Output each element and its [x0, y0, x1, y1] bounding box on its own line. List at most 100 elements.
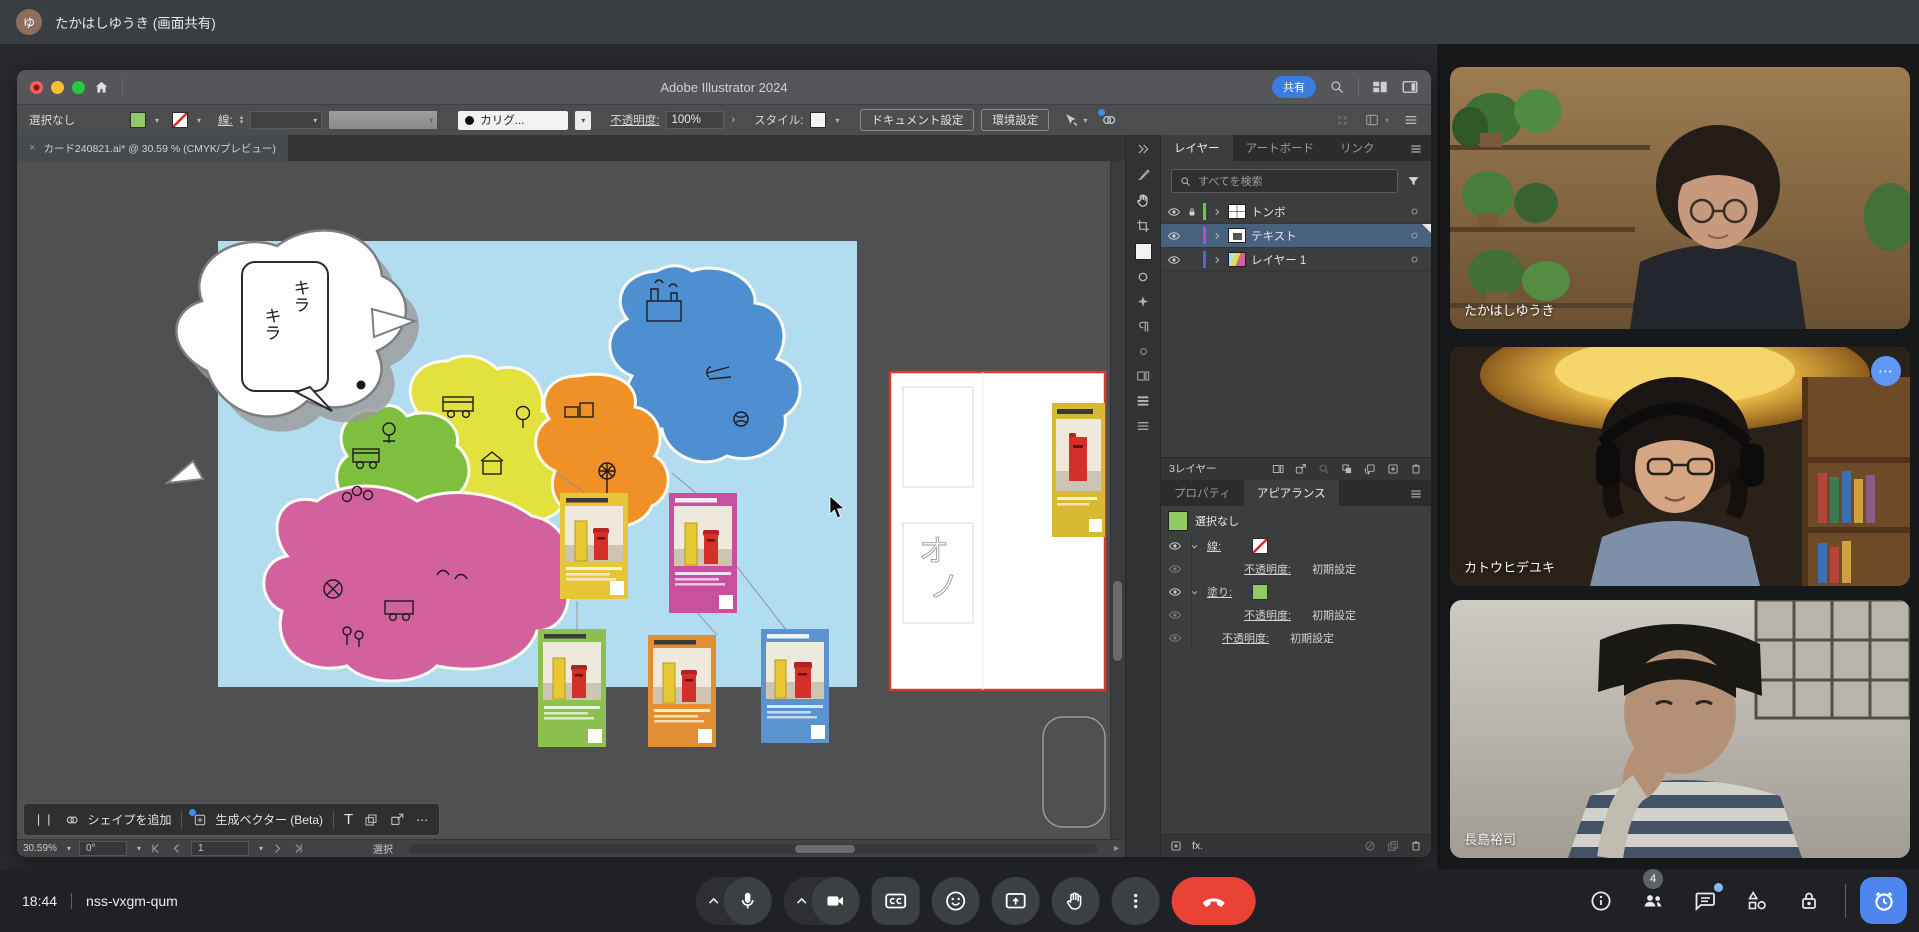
- illustrator-title-bar[interactable]: Adobe Illustrator 2024 共有: [17, 70, 1431, 104]
- scroll-right-icon[interactable]: ▸: [1114, 843, 1119, 854]
- recolor-artwork-button[interactable]: [1100, 111, 1118, 129]
- timer-extension-button[interactable]: [1860, 877, 1907, 924]
- expand-chevron-icon[interactable]: [1211, 206, 1223, 218]
- camera-options-chevron-icon[interactable]: [791, 891, 811, 911]
- taskbar-more-button[interactable]: ⋯: [416, 813, 429, 827]
- panel-menu-icon[interactable]: [1409, 487, 1423, 501]
- paragraph-panel-icon[interactable]: [1135, 319, 1151, 335]
- target-icon[interactable]: [1408, 205, 1421, 218]
- visibility-eye-icon[interactable]: [1168, 608, 1182, 622]
- artboard-number[interactable]: 1: [191, 841, 249, 856]
- expand-chevron-icon[interactable]: [1211, 254, 1223, 266]
- camera-button[interactable]: [811, 877, 859, 925]
- vertical-scrollbar[interactable]: [1110, 161, 1125, 839]
- workspace-panel-icon[interactable]: [1401, 78, 1419, 96]
- host-controls-button[interactable]: [1787, 879, 1831, 923]
- opacity-panel-icon[interactable]: [1136, 344, 1151, 359]
- clear-appearance-icon[interactable]: [1363, 839, 1377, 853]
- dock-options-button[interactable]: ▾: [1364, 112, 1389, 128]
- tile-more-button[interactable]: ⋯: [1871, 356, 1901, 386]
- more-options-button[interactable]: [1111, 877, 1159, 925]
- lock-icon[interactable]: [1186, 206, 1198, 218]
- raise-hand-button[interactable]: [1051, 877, 1099, 925]
- document-tab[interactable]: × カード240821.ai* @ 30.59 % (CMYK/プレビュー): [17, 135, 288, 161]
- layers-search-input[interactable]: すべてを検索: [1171, 169, 1398, 193]
- meeting-details-button[interactable]: [1579, 879, 1623, 923]
- prev-page-icon[interactable]: [170, 842, 183, 855]
- tab-properties[interactable]: プロパティ: [1161, 480, 1244, 506]
- mic-options-chevron-icon[interactable]: [703, 891, 723, 911]
- crop-tool-icon[interactable]: [1135, 218, 1151, 234]
- canvas[interactable]: キラ キラ: [17, 161, 1125, 839]
- home-icon[interactable]: [93, 79, 110, 96]
- card-artboard[interactable]: [890, 372, 1105, 690]
- opacity-expand-icon[interactable]: ›: [731, 114, 735, 126]
- minimize-window-icon[interactable]: [51, 81, 64, 94]
- fill-indicator-swatch[interactable]: [1135, 243, 1152, 260]
- expand-chevron-icon[interactable]: [1211, 230, 1223, 242]
- stroke-weight-dropdown[interactable]: ▾: [250, 111, 322, 129]
- panel-menu-icon[interactable]: [1409, 142, 1423, 156]
- adobe-share-button[interactable]: 共有: [1272, 76, 1316, 98]
- video-tile-kato[interactable]: ⋯ カトウヒデユキ: [1450, 347, 1910, 586]
- stroke-indicator-icon[interactable]: [1135, 269, 1151, 285]
- zoom-window-icon[interactable]: [72, 81, 85, 94]
- delete-layer-icon[interactable]: [1409, 462, 1423, 476]
- tab-appearance[interactable]: アピアランス: [1244, 480, 1339, 506]
- video-tile-takahashi[interactable]: たかはしゆうき: [1450, 67, 1910, 329]
- stroke-link[interactable]: 線:: [1207, 538, 1221, 554]
- control-bar-menu-icon[interactable]: [1403, 112, 1419, 128]
- preferences-button[interactable]: 環境設定: [981, 109, 1049, 131]
- video-tile-nagashima[interactable]: 長島裕司: [1450, 600, 1910, 858]
- tab-layers[interactable]: レイヤー: [1161, 135, 1233, 161]
- layer-row-text[interactable]: テキスト: [1161, 224, 1431, 248]
- captions-button[interactable]: [871, 877, 919, 925]
- close-window-icon[interactable]: [30, 81, 43, 94]
- document-setup-button[interactable]: ドキュメント設定: [860, 109, 974, 131]
- stroke-stepper[interactable]: ▴▾: [240, 115, 244, 125]
- search-icon[interactable]: [1328, 78, 1346, 96]
- visibility-eye-icon[interactable]: [1168, 631, 1182, 645]
- rotation-value[interactable]: 0°: [79, 841, 127, 856]
- generative-vector-button[interactable]: 生成ベクター (Beta): [192, 811, 323, 828]
- filter-icon[interactable]: [1406, 174, 1421, 189]
- present-button[interactable]: [991, 877, 1039, 925]
- artboards-panel-icon[interactable]: [1135, 368, 1151, 384]
- visibility-eye-icon[interactable]: [1167, 253, 1181, 267]
- opacity-value[interactable]: 100%: [666, 111, 724, 129]
- visibility-eye-icon[interactable]: [1167, 205, 1181, 219]
- duplicate-item-icon[interactable]: [1386, 839, 1400, 853]
- fx-button[interactable]: fx.: [1192, 840, 1203, 852]
- style-swatch[interactable]: [810, 112, 826, 128]
- stroke-swatch[interactable]: [172, 112, 188, 128]
- hand-tool-icon[interactable]: [1135, 192, 1152, 209]
- image-icon[interactable]: [389, 811, 406, 828]
- export-icon[interactable]: [1294, 462, 1308, 476]
- visibility-eye-icon[interactable]: [1168, 562, 1182, 576]
- mic-button[interactable]: [723, 877, 771, 925]
- new-sublayer-icon[interactable]: [1363, 462, 1377, 476]
- collect-icon[interactable]: [1271, 462, 1285, 476]
- participants-button[interactable]: 4: [1631, 879, 1675, 923]
- fill-swatch[interactable]: [130, 112, 146, 128]
- appearance-object-opacity-row[interactable]: 不透明度: 初期設定: [1161, 627, 1431, 650]
- visibility-eye-icon[interactable]: [1167, 229, 1181, 243]
- generate-panel-icon[interactable]: [1135, 294, 1151, 310]
- fill-color-swatch[interactable]: [1252, 584, 1268, 600]
- document-icon[interactable]: [363, 812, 379, 828]
- appearance-stroke-row[interactable]: 線:: [1161, 535, 1431, 558]
- stroke-weight-label[interactable]: 線:: [218, 112, 233, 128]
- horizontal-scrollbar[interactable]: [409, 844, 1098, 854]
- end-call-button[interactable]: [1171, 877, 1255, 925]
- collapse-chevron-icon[interactable]: [1189, 587, 1200, 598]
- expand-panels-icon[interactable]: [1135, 141, 1151, 157]
- variable-width-dropdown[interactable]: ▾: [329, 111, 437, 129]
- align-panel-icon[interactable]: [1135, 418, 1151, 434]
- layers-panel-icon[interactable]: [1135, 393, 1151, 409]
- tab-artboards[interactable]: アートボード: [1233, 135, 1327, 161]
- brush-dropdown[interactable]: カリグ...: [458, 111, 568, 130]
- close-tab-icon[interactable]: ×: [29, 142, 35, 154]
- visibility-eye-icon[interactable]: [1168, 585, 1182, 599]
- first-page-icon[interactable]: [149, 842, 162, 855]
- chat-button[interactable]: [1683, 879, 1727, 923]
